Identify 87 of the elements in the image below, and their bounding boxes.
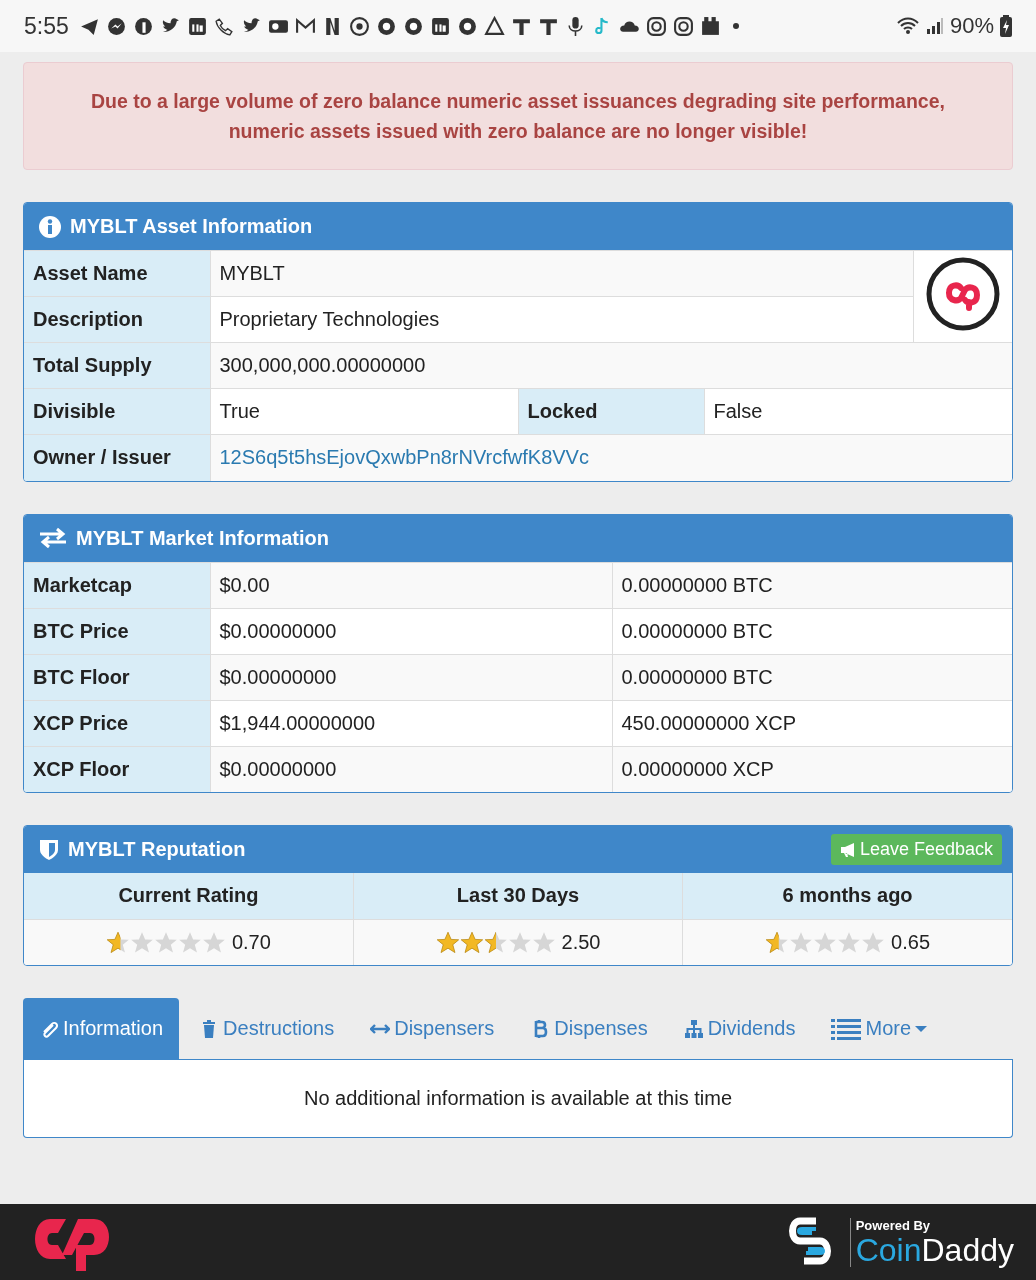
signal-icon — [925, 16, 944, 36]
clock-time: 5:55 — [24, 12, 69, 40]
field-label: Owner / Issuer — [24, 434, 210, 481]
star-icon — [129, 930, 154, 955]
notification-icon — [186, 15, 208, 37]
price-cell: $1,944.00000000 — [210, 700, 612, 746]
notification-icon — [132, 15, 154, 37]
star-icon — [153, 930, 178, 955]
star-icon — [765, 930, 790, 955]
price-cell: 0.00000000 BTC — [612, 654, 1012, 700]
tab[interactable]: Dispenses — [514, 998, 664, 1059]
star-icon — [861, 930, 886, 955]
star-icon — [105, 930, 130, 955]
star-icon — [507, 930, 532, 955]
notification-icon — [213, 15, 235, 37]
tab[interactable]: Dispensers — [354, 998, 511, 1059]
notification-icon — [348, 15, 370, 37]
price-cell: 0.00000000 BTC — [612, 562, 1012, 608]
asset-logo-icon — [924, 256, 1001, 332]
field-label: BTC Price — [24, 608, 210, 654]
field-value: Proprietary Technologies — [210, 296, 913, 343]
more-notifications-icon — [732, 23, 739, 29]
field-value: False — [704, 388, 1012, 435]
wifi-icon — [895, 16, 920, 36]
notification-icon — [429, 15, 451, 37]
panel-title: MYBLT Asset Information — [70, 215, 313, 238]
price-cell: $0.00000000 — [210, 654, 612, 700]
star-icon — [201, 930, 226, 955]
field-value: True — [210, 388, 518, 435]
field-label: Asset Name — [24, 250, 210, 297]
tab[interactable]: Information — [23, 998, 180, 1059]
field-label: Marketcap — [24, 562, 210, 608]
caret-icon — [915, 1024, 928, 1033]
rating-score: 0.65 — [891, 931, 931, 954]
field-label: Description — [24, 296, 210, 343]
field-label: Divisible — [24, 388, 210, 435]
shield-icon — [38, 837, 60, 862]
field-label: Total Supply — [24, 342, 210, 389]
notification-icon — [672, 15, 694, 37]
price-cell: 0.00000000 BTC — [612, 608, 1012, 654]
list-icon — [831, 1016, 862, 1041]
field-label: BTC Floor — [24, 654, 210, 700]
star-icon — [813, 930, 838, 955]
notification-icon — [645, 15, 667, 37]
panel-title: MYBLT Reputation — [68, 838, 246, 861]
field-label: XCP Floor — [24, 746, 210, 792]
alert-message: Due to a large volume of zero balance numeric asset issuances degrading site performance, numeric assets issued with zero balance are no longer visible! — [23, 62, 1013, 170]
price-cell: $0.00000000 — [210, 608, 612, 654]
notification-icon — [456, 15, 478, 37]
tab[interactable]: Destructions — [183, 998, 351, 1059]
tab[interactable]: Dividends — [667, 998, 812, 1059]
field-label: Locked — [518, 388, 704, 435]
notification-icon — [402, 15, 424, 37]
price-cell: 450.00000000 XCP — [612, 700, 1012, 746]
panel-title: MYBLT Market Information — [76, 526, 329, 550]
price-cell: $0.00 — [210, 562, 612, 608]
notification-icon — [375, 15, 397, 37]
empty-message: No additional information is available at this time — [304, 1087, 732, 1110]
star-icon — [459, 930, 484, 955]
star-icon — [531, 930, 556, 955]
battery-level: 90% — [949, 13, 994, 39]
star-icon — [483, 930, 508, 955]
field-label: XCP Price — [24, 700, 210, 746]
sitemap-icon — [683, 1018, 704, 1039]
rating-score: 2.50 — [561, 931, 601, 954]
info-icon — [38, 214, 62, 239]
battery-icon — [1000, 15, 1012, 37]
powered-by-label: Powered By — [855, 1217, 932, 1233]
column-header: Last 30 Days — [353, 873, 683, 919]
brand-name: CoinDaddy — [855, 1232, 1014, 1267]
notification-icon — [699, 15, 721, 37]
field-value: MYBLT — [210, 250, 913, 297]
rating-score: 0.70 — [231, 931, 271, 954]
field-value: 300,000,000.00000000 — [210, 342, 1012, 389]
star-icon — [837, 930, 862, 955]
leave-feedback-button[interactable]: Leave Feedback — [830, 834, 1002, 865]
swap-arrows-icon — [38, 526, 68, 550]
column-header: Current Rating — [24, 873, 354, 919]
star-icon — [789, 930, 814, 955]
column-header: 6 months ago — [682, 873, 1012, 919]
notification-icon — [105, 15, 127, 37]
price-cell: $0.00000000 — [210, 746, 612, 792]
star-icon — [435, 930, 460, 955]
price-cell: 0.00000000 XCP — [612, 746, 1012, 792]
star-icon — [177, 930, 202, 955]
notification-icon — [483, 15, 505, 37]
tab[interactable]: More — [815, 998, 944, 1059]
